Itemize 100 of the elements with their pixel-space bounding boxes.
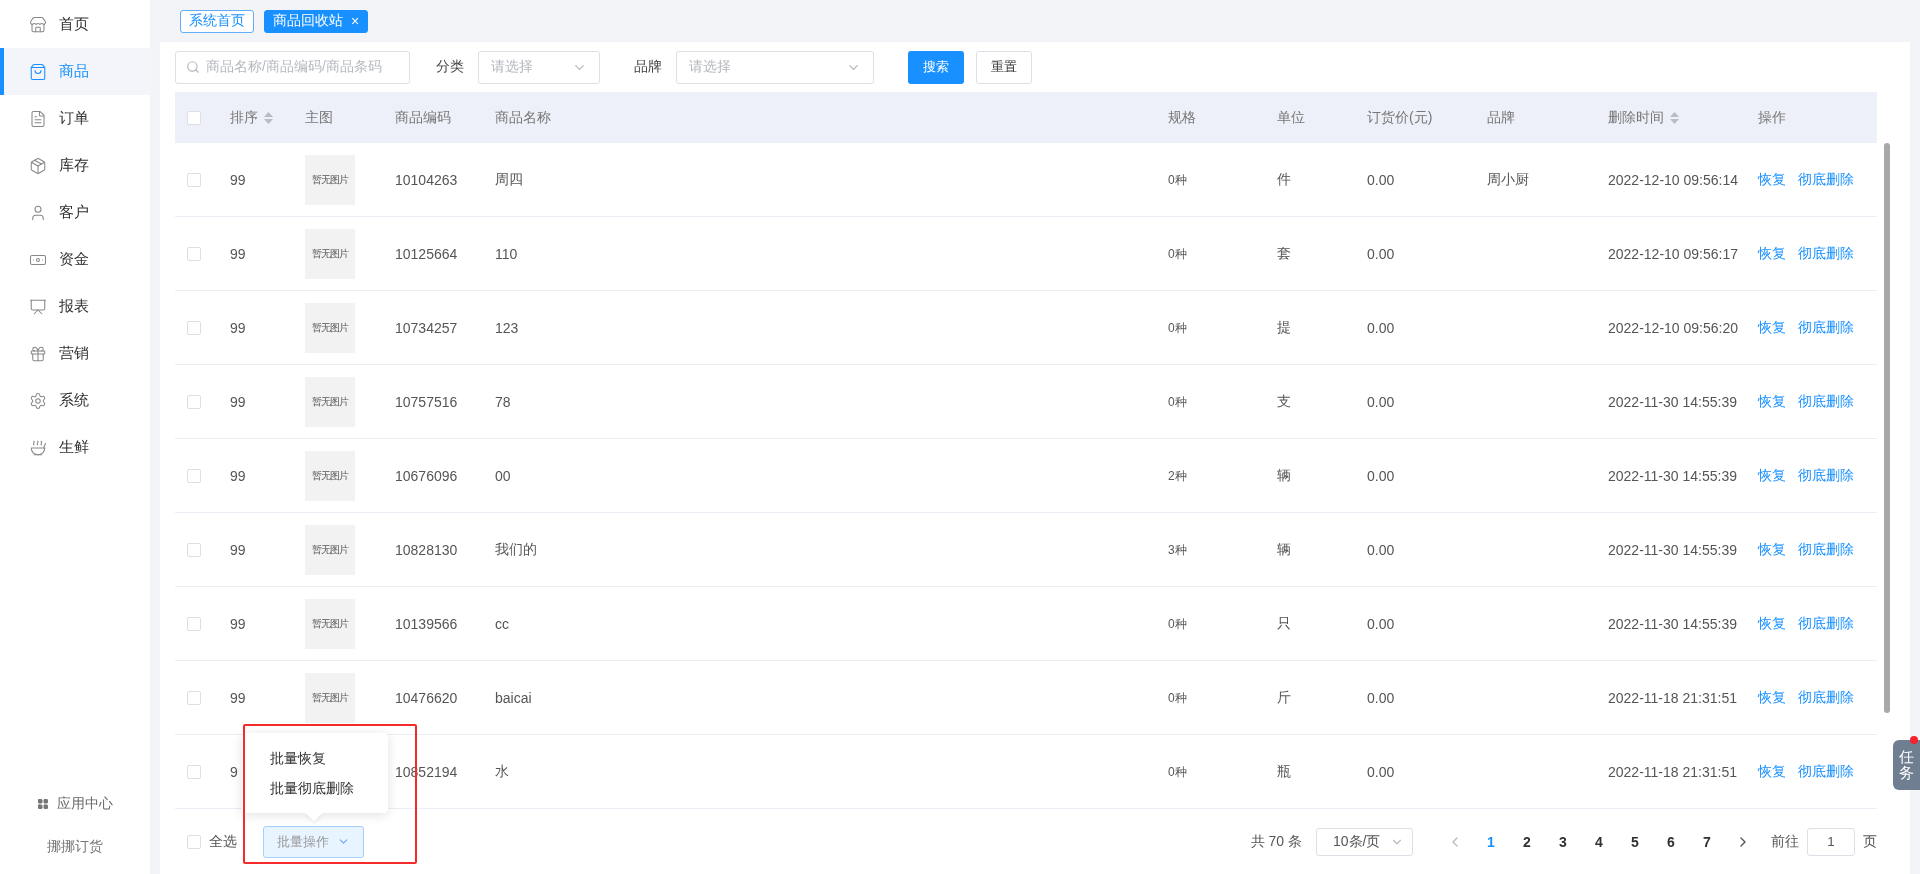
restore-link[interactable]: 恢复 [1758,540,1786,559]
column-header[interactable]: 排序 [230,108,273,127]
page-button[interactable]: 3 [1545,827,1581,856]
box-icon [29,156,47,175]
no-image-text: 暂无图片 [312,394,348,409]
table-cell: 78 [495,393,511,410]
table-cell: 2022-12-10 09:56:20 [1608,319,1738,336]
scrollbar[interactable] [1884,143,1890,713]
table-cell: 10734257 [395,319,458,336]
select-all-checkbox[interactable]: 全选 [187,832,237,851]
table-cell: 瓶 [1277,762,1291,779]
page-tab[interactable]: 系统首页 [180,9,254,33]
restore-link[interactable]: 恢复 [1758,762,1786,781]
table-cell: 支 [1277,392,1291,409]
page-suffix: 页 [1863,832,1877,851]
table-cell: 斤 [1277,688,1291,705]
no-image-text: 暂无图片 [312,320,348,335]
delete-link[interactable]: 彻底删除 [1798,244,1854,263]
restore-link[interactable]: 恢复 [1758,466,1786,485]
checkbox[interactable] [187,172,201,187]
column-header: 规格 [1168,108,1196,127]
sidebar-item[interactable]: 订单 [0,95,150,142]
brand-name: 挪挪订货 [46,837,104,856]
restore-link[interactable]: 恢复 [1758,170,1786,189]
table-cell: 10125664 [395,245,458,262]
table-cell: 2022-11-30 14:55:39 [1608,615,1737,632]
table-cell: 2022-12-10 09:56:14 [1608,171,1738,188]
page-button[interactable]: 6 [1653,827,1689,856]
delete-link[interactable]: 彻底删除 [1798,762,1854,781]
page-size-select[interactable]: 10条/页 [1316,827,1413,856]
table-cell: 周小厨 [1487,170,1529,187]
delete-link[interactable]: 彻底删除 [1798,614,1854,633]
delete-link[interactable]: 彻底删除 [1798,392,1854,411]
page-button[interactable]: 1 [1473,827,1509,856]
restore-link[interactable]: 恢复 [1758,614,1786,633]
table-cell: 3种 [1168,542,1187,557]
checkbox[interactable] [187,764,201,779]
table-cell: 10676096 [395,467,458,484]
page-button[interactable]: 4 [1581,827,1617,856]
brand-select[interactable]: 请选择 [676,50,874,84]
checkbox[interactable] [187,468,201,483]
checkbox[interactable] [187,690,201,705]
table-cell: 0种 [1168,616,1187,631]
table-cell: 123 [495,319,519,336]
table-cell: 10757516 [395,393,458,410]
sidebar-item[interactable]: 生鲜 [0,424,150,471]
search-button[interactable]: 搜索 [908,50,964,84]
checkbox[interactable] [187,394,201,409]
checkbox[interactable] [187,246,201,261]
table-cell: 99 [230,467,246,484]
delete-link[interactable]: 彻底删除 [1798,466,1854,485]
table-cell: 0.00 [1367,467,1395,484]
sidebar-item[interactable]: 营销 [0,330,150,377]
table-cell: 套 [1277,244,1291,261]
column-header: 商品编码 [395,108,451,127]
restore-link[interactable]: 恢复 [1758,688,1786,707]
checkbox[interactable] [187,542,201,557]
page-tab[interactable]: 商品回收站 × [264,9,369,33]
category-select[interactable]: 请选择 [478,50,600,84]
restore-link[interactable]: 恢复 [1758,392,1786,411]
delete-link[interactable]: 彻底删除 [1798,540,1854,559]
app-center-link[interactable]: 应用中心 [0,782,150,826]
table-cell: 2022-12-10 09:56:17 [1608,245,1738,262]
sidebar-item[interactable]: 资金 [0,236,150,283]
menu-item[interactable]: 批量恢复 [242,742,388,773]
table-cell: 2022-11-30 14:55:39 [1608,467,1737,484]
sidebar-item[interactable]: 首页 [0,1,150,48]
no-image-text: 暂无图片 [312,542,348,557]
page-button[interactable]: 5 [1617,827,1653,856]
checkbox[interactable] [187,616,201,631]
sidebar-item[interactable]: 系统 [0,377,150,424]
reset-button[interactable]: 重置 [976,50,1032,84]
restore-link[interactable]: 恢复 [1758,244,1786,263]
delete-link[interactable]: 彻底删除 [1798,318,1854,337]
table-cell: 辆 [1277,540,1291,557]
delete-link[interactable]: 彻底删除 [1798,688,1854,707]
gift-icon [29,344,47,363]
table-cell: 提 [1277,318,1291,335]
delete-link[interactable]: 彻底删除 [1798,170,1854,189]
sidebar-item[interactable]: 商品 [0,48,150,95]
sidebar-item[interactable]: 库存 [0,142,150,189]
page-button[interactable]: 7 [1689,827,1725,856]
page-button[interactable]: 2 [1509,827,1545,856]
table-cell: 10139566 [395,615,458,632]
batch-actions-button[interactable]: 批量操作 [263,825,364,858]
bowl-icon [29,438,47,457]
sidebar-item[interactable]: 报表 [0,283,150,330]
table-cell: 10476620 [395,689,458,706]
search-field[interactable]: 商品名称/商品编码/商品条码 [175,50,410,84]
table-cell: 辆 [1277,466,1291,483]
column-header[interactable]: 删除时间 [1608,108,1679,127]
page-input[interactable]: 1 [1807,827,1855,856]
restore-link[interactable]: 恢复 [1758,318,1786,337]
checkbox[interactable] [187,110,201,125]
close-icon[interactable]: × [351,13,360,29]
sidebar-item[interactable]: 客户 [0,189,150,236]
menu-item[interactable]: 批量彻底删除 [242,772,388,803]
total-count: 共 70 条 [1250,832,1302,851]
table-cell: 10104263 [395,171,458,188]
checkbox[interactable] [187,320,201,335]
